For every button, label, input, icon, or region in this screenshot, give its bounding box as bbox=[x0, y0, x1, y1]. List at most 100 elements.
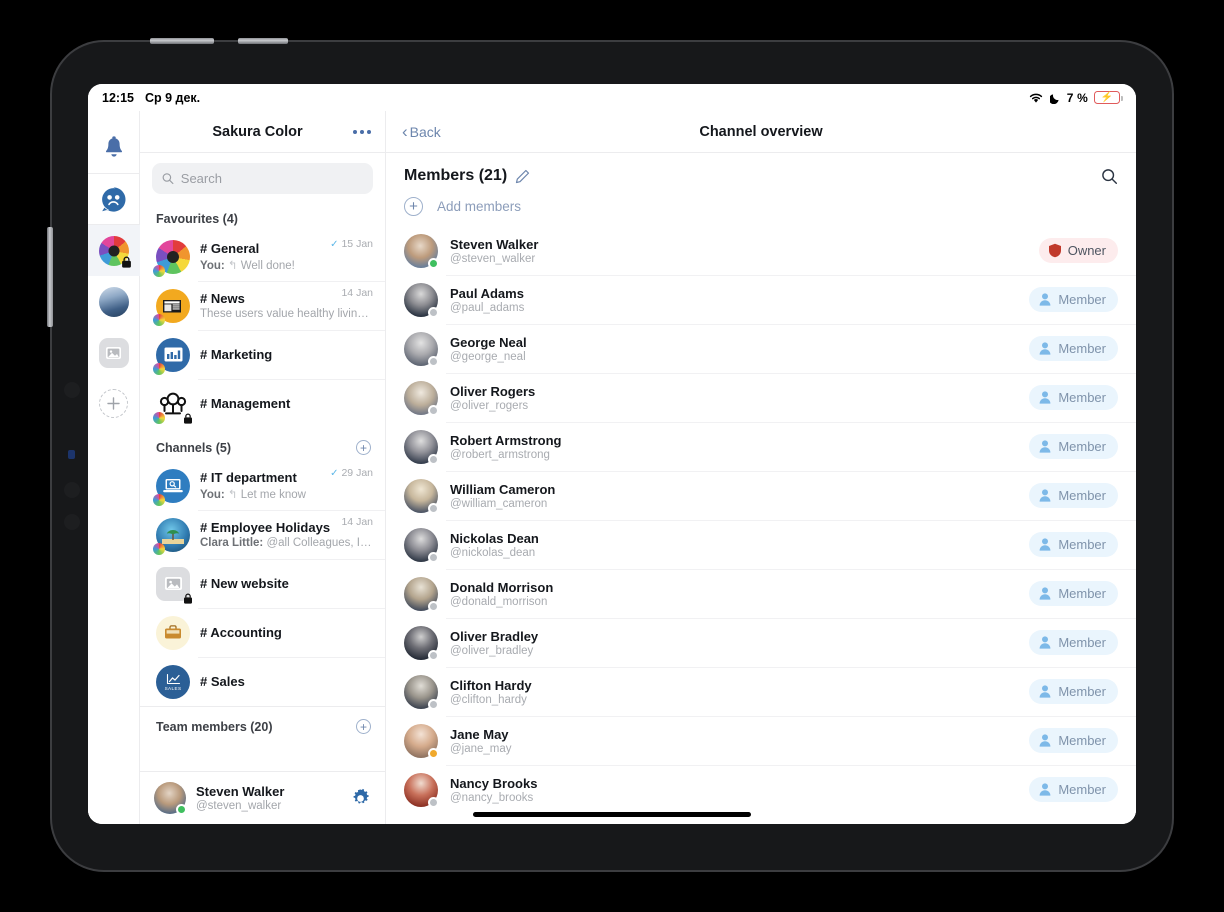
member-row[interactable]: George Neal @george_neal Member bbox=[386, 324, 1136, 373]
channel-item-management[interactable]: # Management bbox=[140, 379, 385, 428]
member-badge[interactable]: Member bbox=[1029, 581, 1118, 606]
bell-icon bbox=[105, 136, 122, 157]
role-label: Owner bbox=[1067, 243, 1106, 258]
channel-item-sales[interactable]: SALES # Sales bbox=[140, 657, 385, 706]
person-icon bbox=[1039, 538, 1051, 551]
member-row[interactable]: Robert Armstrong @robert_armstrong Member bbox=[386, 422, 1136, 471]
member-row[interactable]: Donald Morrison @donald_morrison Member bbox=[386, 569, 1136, 618]
add-channel-button[interactable]: + bbox=[356, 440, 371, 455]
member-badge[interactable]: Member bbox=[1029, 434, 1118, 459]
member-text: Oliver Rogers @oliver_rogers bbox=[450, 384, 1017, 412]
member-badge[interactable]: Member bbox=[1029, 287, 1118, 312]
rail-item-chats[interactable] bbox=[88, 174, 140, 225]
member-text: Clifton Hardy @clifton_hardy bbox=[450, 678, 1017, 706]
person-icon bbox=[1039, 587, 1051, 600]
avatar bbox=[404, 478, 439, 514]
preview-prefix: You: bbox=[200, 489, 225, 501]
briefcase-icon bbox=[156, 615, 190, 650]
member-badge[interactable]: Member bbox=[1029, 385, 1118, 410]
member-row[interactable]: Nancy Brooks @nancy_brooks Member bbox=[386, 765, 1136, 814]
channel-item-news[interactable]: # News These users value healthy livin… … bbox=[140, 281, 385, 330]
gear-icon[interactable] bbox=[350, 788, 371, 809]
member-badge[interactable]: Member bbox=[1029, 532, 1118, 557]
channel-item-general[interactable]: # General You: ↰ Well done! ✓ 15 Jan bbox=[140, 232, 385, 281]
rail-item-add-workspace[interactable] bbox=[88, 378, 140, 429]
members-count-title: Members (21) bbox=[404, 167, 508, 184]
member-row[interactable]: Steven Walker @steven_walker Owner bbox=[386, 226, 1136, 275]
photo-avatar-icon bbox=[98, 286, 129, 317]
person-icon bbox=[1039, 685, 1051, 698]
channel-scroll-area[interactable]: Favourites (4) # General You: ↰ Well don… bbox=[140, 200, 385, 771]
date-text: 14 Jan bbox=[341, 516, 373, 528]
member-badge[interactable]: Member bbox=[1029, 728, 1118, 753]
team-members-label: Team members (20) bbox=[156, 719, 273, 734]
channels-group-header: Channels (5) + bbox=[140, 428, 385, 461]
rail-item-photo-workspace[interactable] bbox=[88, 276, 140, 327]
current-user-bar[interactable]: Steven Walker @steven_walker bbox=[140, 771, 385, 824]
member-handle: @clifton_hardy bbox=[450, 693, 527, 706]
moon-icon bbox=[1049, 93, 1059, 104]
member-badge[interactable]: Member bbox=[1029, 679, 1118, 704]
members-header: Members (21) bbox=[386, 153, 1136, 193]
channel-name: # Sales bbox=[200, 674, 245, 689]
member-row[interactable]: Oliver Rogers @oliver_rogers Member bbox=[386, 373, 1136, 422]
lock-icon bbox=[121, 256, 131, 268]
preview-prefix: You: bbox=[200, 260, 225, 272]
person-icon bbox=[1039, 293, 1051, 306]
status-dot-offline bbox=[428, 453, 439, 465]
members-list[interactable]: Steven Walker @steven_walker Owner Paul Ada… bbox=[386, 226, 1136, 824]
status-bar: 12:15 Ср 9 дек. 7 % ⚡ bbox=[88, 84, 1136, 111]
member-row[interactable]: Jane May @jane_may Member bbox=[386, 716, 1136, 765]
member-row[interactable]: Clifton Hardy @clifton_hardy Member bbox=[386, 667, 1136, 716]
member-row[interactable]: Paul Adams @paul_adams Member bbox=[386, 275, 1136, 324]
chart-icon bbox=[153, 337, 190, 375]
member-row[interactable]: Nickolas Dean @nickolas_dean Member bbox=[386, 520, 1136, 569]
more-horizontal-icon[interactable] bbox=[353, 129, 371, 134]
member-badge[interactable]: Member bbox=[1029, 630, 1118, 655]
avatar bbox=[404, 380, 439, 416]
channel-date: 14 Jan bbox=[341, 287, 373, 299]
search-box[interactable] bbox=[152, 163, 373, 194]
channel-item-new-website[interactable]: # New website bbox=[140, 559, 385, 608]
bezel-speaker-dot bbox=[64, 514, 80, 530]
add-members-row[interactable]: + Add members bbox=[386, 193, 1136, 226]
member-text: Paul Adams @paul_adams bbox=[450, 286, 1017, 314]
status-date: Ср 9 дек. bbox=[144, 90, 201, 105]
add-team-member-button[interactable]: + bbox=[356, 719, 371, 734]
member-handle: @donald_morrison bbox=[450, 595, 548, 608]
person-icon bbox=[1039, 342, 1051, 355]
rail-item-sakura-color[interactable] bbox=[88, 225, 140, 276]
member-row[interactable]: Oliver Bradley @oliver_bradley Member bbox=[386, 618, 1136, 667]
avatar bbox=[404, 233, 439, 269]
member-handle: @jane_may bbox=[450, 742, 512, 755]
flower-icon bbox=[153, 239, 190, 277]
volume-button-side[interactable] bbox=[47, 227, 53, 327]
channel-item-employee-holidays[interactable]: # Employee Holidays Clara Little: @all C… bbox=[140, 510, 385, 559]
status-dot-offline bbox=[428, 649, 439, 661]
panel-header: ‹ Back Channel overview bbox=[386, 111, 1136, 153]
owner-badge[interactable]: Owner bbox=[1038, 238, 1118, 263]
channel-item-accounting[interactable]: # Accounting bbox=[140, 608, 385, 657]
status-dot-offline bbox=[428, 600, 439, 612]
channel-item-marketing[interactable]: # Marketing bbox=[140, 330, 385, 379]
rail-item-notifications[interactable] bbox=[88, 123, 140, 174]
member-text: Nancy Brooks @nancy_brooks bbox=[450, 776, 1017, 804]
avatar bbox=[404, 331, 439, 367]
member-handle: @nickolas_dean bbox=[450, 546, 536, 559]
member-row[interactable]: William Cameron @william_cameron Member bbox=[386, 471, 1136, 520]
member-handle: @nancy_brooks bbox=[450, 791, 534, 804]
member-badge[interactable]: Member bbox=[1029, 777, 1118, 802]
pencil-icon[interactable] bbox=[515, 169, 530, 184]
image-placeholder-icon bbox=[98, 337, 129, 368]
rail-item-image-workspace[interactable] bbox=[88, 327, 140, 378]
search-input[interactable] bbox=[180, 171, 363, 186]
search-icon[interactable] bbox=[1101, 168, 1118, 185]
member-badge[interactable]: Member bbox=[1029, 483, 1118, 508]
power-button[interactable] bbox=[150, 38, 214, 44]
member-badge[interactable]: Member bbox=[1029, 336, 1118, 361]
back-button[interactable]: ‹ Back bbox=[402, 123, 441, 140]
channel-item-it-department[interactable]: # IT department You: ↰ Let me know ✓ 29 … bbox=[140, 461, 385, 510]
member-name: Steven Walker bbox=[450, 236, 539, 252]
battery-charging-icon: ⚡ bbox=[1094, 91, 1123, 104]
volume-button-top[interactable] bbox=[238, 38, 288, 44]
